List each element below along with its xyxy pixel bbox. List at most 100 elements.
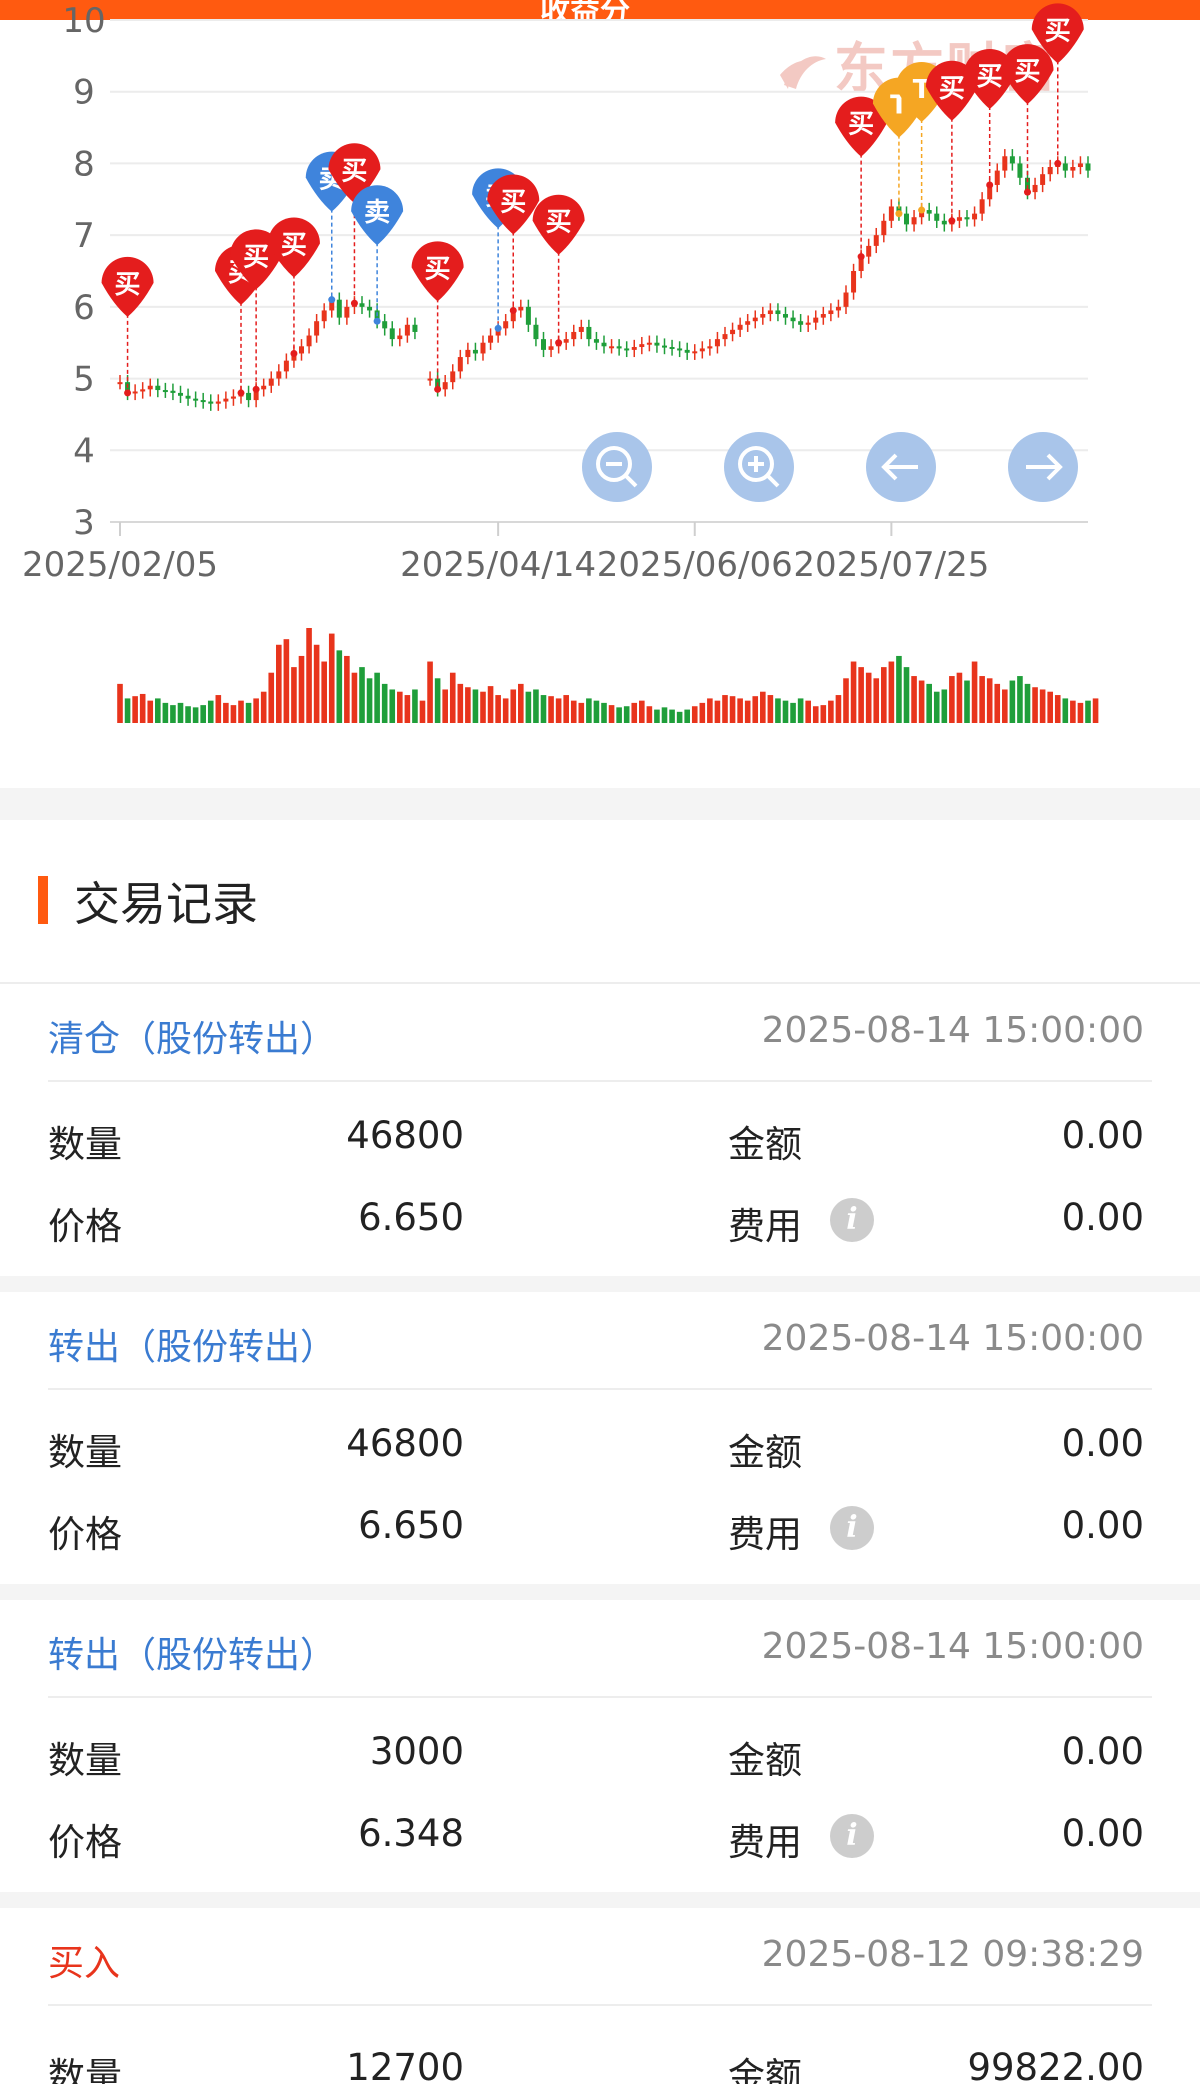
candle-body xyxy=(586,326,592,340)
volume-bar xyxy=(1047,691,1053,723)
candle-body xyxy=(193,398,199,401)
candle-body xyxy=(775,310,781,315)
marker-label: 买 xyxy=(1014,57,1040,87)
volume-bar xyxy=(1024,683,1031,723)
candle-body xyxy=(767,310,773,315)
marker-dot xyxy=(948,217,956,225)
volume-bar xyxy=(888,661,895,723)
volume-bar xyxy=(918,680,925,723)
marker-label: 买 xyxy=(1045,16,1071,46)
candle-body xyxy=(117,382,123,385)
candle-body xyxy=(730,329,736,335)
price-label: 价格 xyxy=(48,1513,122,1556)
marker-dot xyxy=(1054,159,1062,167)
volume-bar xyxy=(994,683,1001,723)
volume-bar xyxy=(487,686,494,723)
volume-bar xyxy=(555,698,562,723)
trade-record[interactable]: 清仓（股份转出） 2025-08-14 15:00:00 数量 46800 金额… xyxy=(0,984,1200,1276)
arrow-left-icon xyxy=(881,453,918,481)
volume-bar xyxy=(336,650,343,723)
price-label: 价格 xyxy=(48,1205,122,1248)
volume-bar xyxy=(344,655,350,723)
qty-value: 46800 xyxy=(346,1114,464,1157)
candle-body xyxy=(601,342,607,347)
candle-body xyxy=(321,310,327,322)
volume-bars xyxy=(117,628,1099,723)
marker-label: 买 xyxy=(425,254,451,284)
marker-dot xyxy=(857,253,865,261)
volume-bar xyxy=(911,676,917,723)
trade-record[interactable]: 买入 2025-08-12 09:38:29 数量 12700 金额 99822… xyxy=(0,1908,1200,2084)
candle-body xyxy=(866,245,872,257)
candle-body xyxy=(465,349,471,358)
marker-label: 买 xyxy=(243,242,269,272)
fee-value: 0.00 xyxy=(1061,1812,1144,1855)
marker-dot xyxy=(252,385,260,393)
volume-bar xyxy=(260,691,267,723)
fee-label: 费用 xyxy=(728,1821,802,1864)
divider xyxy=(48,1696,1152,1698)
candle-body xyxy=(359,303,365,307)
candle-body xyxy=(828,310,834,315)
volume-bar xyxy=(510,689,517,723)
trade-record[interactable]: 转出（股份转出） 2025-08-14 15:00:00 数量 46800 金额… xyxy=(0,1292,1200,1584)
volume-bar xyxy=(971,661,978,723)
zoom-out-icon xyxy=(596,446,638,488)
trade-record[interactable]: 转出（股份转出） 2025-08-14 15:00:00 数量 3000 金额 … xyxy=(0,1600,1200,1892)
volume-bar xyxy=(941,689,948,723)
marker-dot xyxy=(290,349,298,357)
volume-bar xyxy=(162,702,169,723)
volume-bar xyxy=(419,700,426,723)
info-icon[interactable]: i xyxy=(830,1506,874,1550)
amount-label: 金额 xyxy=(728,1431,802,1474)
volume-bar xyxy=(669,709,675,723)
zoom-out-button[interactable] xyxy=(582,432,652,502)
volume-bar xyxy=(933,691,940,723)
marker-label: 买 xyxy=(939,74,965,104)
marker-dot xyxy=(328,296,336,304)
volume-bar xyxy=(1077,702,1084,723)
volume-bar xyxy=(366,678,373,723)
volume-bar xyxy=(253,698,259,723)
volume-bar xyxy=(744,700,751,723)
volume-bar xyxy=(170,705,176,723)
pan-left-button[interactable] xyxy=(866,432,936,502)
volume-bar xyxy=(964,680,970,723)
candle-body xyxy=(140,389,146,392)
volume-bar xyxy=(185,706,191,723)
zoom-in-button[interactable] xyxy=(724,432,794,502)
candle-body xyxy=(563,339,569,343)
candle-body xyxy=(1047,167,1053,175)
volume-bar xyxy=(835,695,842,723)
candle-body xyxy=(646,342,652,345)
marker-dot xyxy=(1024,188,1031,196)
volume-bar xyxy=(434,678,441,723)
pan-right-button[interactable] xyxy=(1008,432,1078,502)
amount-value: 0.00 xyxy=(1061,1730,1144,1773)
volume-bar xyxy=(661,707,668,723)
volume-bar xyxy=(381,683,388,723)
volume-bar xyxy=(1039,689,1046,723)
volume-bar xyxy=(873,678,880,723)
volume-bar xyxy=(124,698,131,723)
candle-body xyxy=(314,321,320,336)
record-time: 2025-08-14 15:00:00 xyxy=(761,1626,1144,1667)
candle-body xyxy=(178,392,183,396)
amount-label: 金额 xyxy=(728,2055,802,2084)
volume-bar xyxy=(563,695,569,723)
kline-chart[interactable]: 3 4 5 6 7 8 9 10 2025/02/05 2025/04/14 2025/06/06… xyxy=(0,0,1200,740)
marker-label: 卖 xyxy=(364,198,390,228)
volume-bar xyxy=(283,639,290,723)
volume-bar xyxy=(117,683,123,723)
info-icon[interactable]: i xyxy=(830,1198,874,1242)
candle-body xyxy=(737,324,743,330)
candle-body xyxy=(881,220,887,236)
candle-body xyxy=(752,317,758,322)
candle-body xyxy=(170,390,176,393)
volume-bar xyxy=(850,661,857,723)
candle-body xyxy=(956,217,962,221)
marker-label: 买 xyxy=(341,156,367,186)
volume-bar xyxy=(192,707,199,723)
candle-body xyxy=(404,324,410,336)
info-icon[interactable]: i xyxy=(830,1814,874,1858)
